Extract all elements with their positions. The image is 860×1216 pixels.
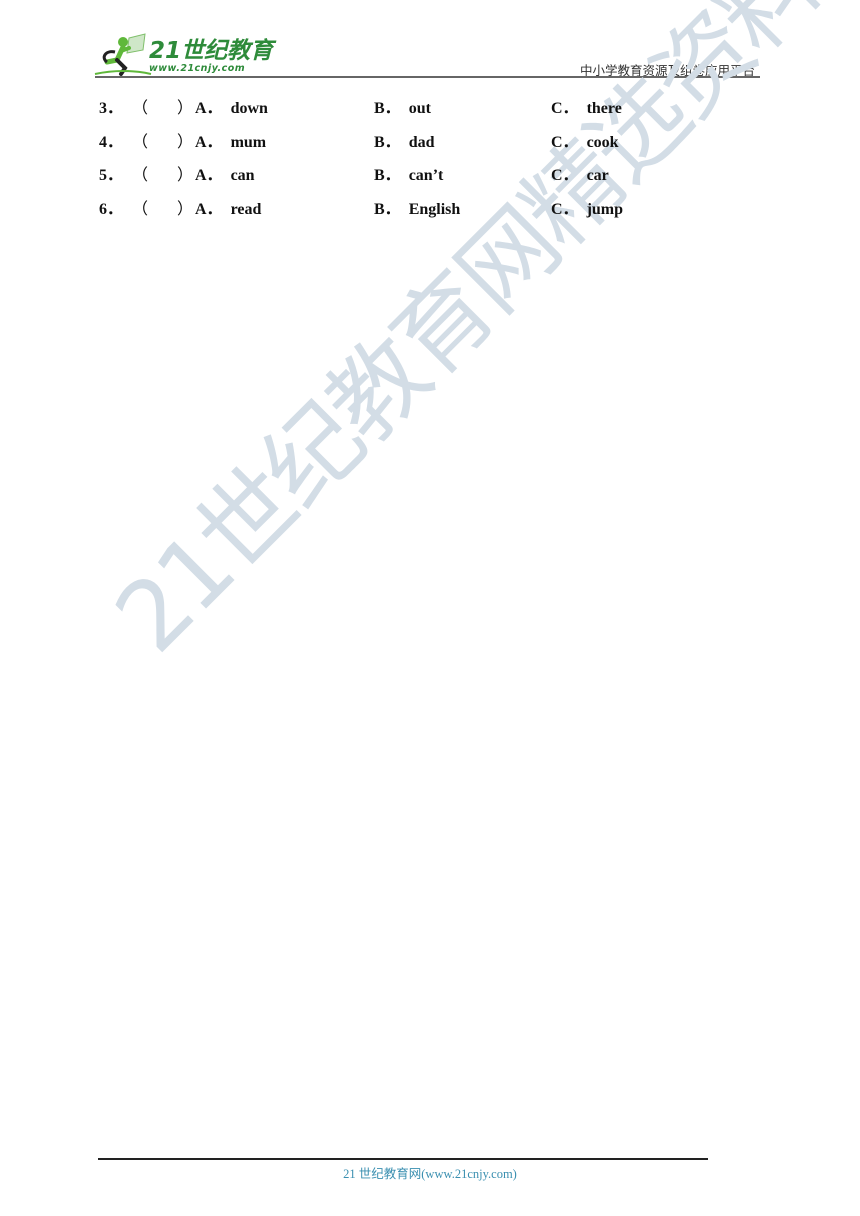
option-text: can’t — [408, 167, 444, 185]
option-letter: A． — [195, 133, 223, 151]
option-letter: A． — [195, 167, 223, 185]
option-c: C． cook — [551, 132, 619, 154]
answer-blank-open: （ — [132, 200, 149, 218]
answer-blank-close: ） — [177, 133, 194, 151]
option-c: C． car — [551, 165, 609, 187]
option-b: B． can’t — [374, 165, 443, 187]
option-text: dad — [408, 133, 435, 151]
answer-blank-close: ） — [177, 167, 194, 185]
option-text: jump — [586, 200, 624, 218]
option-letter: B． — [374, 133, 401, 151]
header-divider — [95, 76, 760, 78]
option-text: read — [230, 200, 262, 218]
option-letter: C． — [551, 133, 579, 151]
option-b: B． out — [374, 98, 431, 120]
option-text: English — [408, 200, 461, 218]
answer-blank-open: （ — [132, 167, 149, 185]
option-text: can — [230, 167, 255, 185]
header-logo[interactable]: 21世纪教育 www.21cnjy.com — [93, 32, 273, 77]
option-letter: C． — [551, 167, 579, 185]
question-row: 6． （ ） A． read B． English C． jump — [99, 199, 779, 233]
question-number: 3． — [99, 100, 124, 117]
runner-with-flag-icon — [94, 33, 152, 76]
option-a: A． can — [195, 165, 255, 187]
option-b: B． dad — [374, 132, 434, 154]
answer-blank-close: ） — [177, 100, 194, 117]
answer-blank-open: （ — [132, 100, 149, 117]
option-text: down — [230, 100, 268, 117]
option-b: B． English — [374, 199, 460, 221]
option-letter: B． — [374, 100, 401, 117]
option-letter: B． — [374, 200, 401, 218]
option-letter: C． — [551, 200, 579, 218]
option-letter: C． — [551, 100, 579, 117]
answer-blank-close: ） — [177, 200, 194, 218]
logo-url-text: www.21cnjy.com — [149, 63, 246, 74]
question-number: 5． — [99, 167, 124, 185]
option-text: mum — [230, 133, 267, 151]
option-letter: A． — [195, 100, 223, 117]
option-letter: A． — [195, 200, 223, 218]
footer-link[interactable]: 21 世纪教育网(www.21cnjy.com) — [0, 1163, 860, 1182]
option-letter: B． — [374, 167, 401, 185]
footer-divider — [98, 1158, 708, 1160]
option-text: car — [586, 167, 609, 185]
document-page: 21世纪教育 www.21cnjy.com 中小学教育资源及组卷应用平台 21世… — [0, 0, 860, 1216]
option-text: out — [408, 100, 431, 117]
option-text: there — [586, 100, 622, 117]
option-c: C． there — [551, 98, 622, 120]
option-a: A． down — [195, 98, 268, 120]
question-number: 6． — [99, 200, 124, 218]
question-row: 3． （ ） A． down B． out C． there — [99, 98, 779, 132]
question-row: 4． （ ） A． mum B． dad C． cook — [99, 132, 779, 166]
answer-blank-open: （ — [132, 133, 149, 151]
question-number: 4． — [99, 133, 124, 151]
option-a: A． read — [195, 199, 261, 221]
option-c: C． jump — [551, 199, 623, 221]
option-text: cook — [586, 133, 619, 151]
question-list: 3． （ ） A． down B． out C． there 4． （ ） A． mum… — [99, 98, 779, 232]
question-row: 5． （ ） A． can B． can’t C． car — [99, 165, 779, 199]
logo-brand-text: 21世纪教育 — [149, 38, 274, 64]
option-a: A． mum — [195, 132, 266, 154]
